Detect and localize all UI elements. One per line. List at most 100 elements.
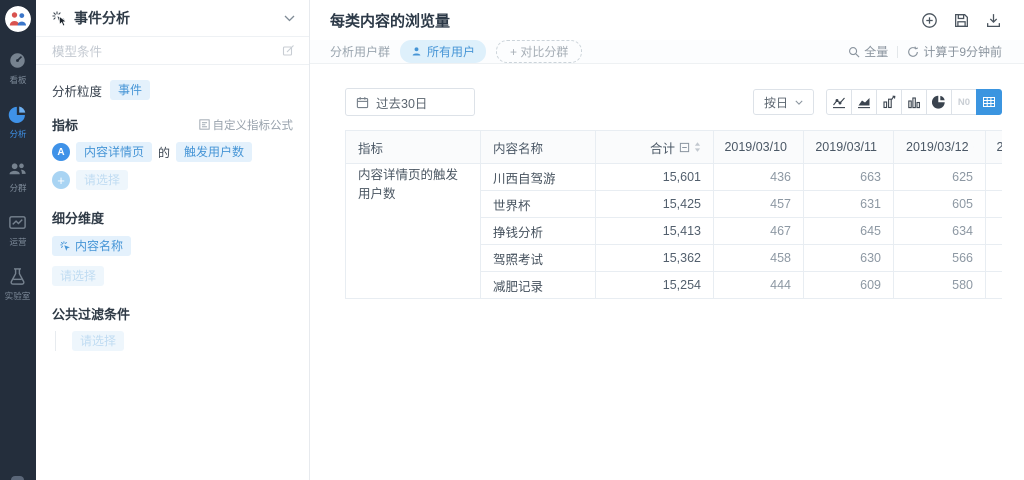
filter-placeholder[interactable]: 请选择: [72, 331, 124, 351]
col-header-date-4[interactable]: 2019/03/13: [986, 131, 1003, 164]
pie-chart-icon: [932, 95, 946, 109]
compare-group-button[interactable]: + 对比分群: [496, 40, 582, 63]
sidebar-item-label: 分群: [9, 181, 26, 193]
granularity-label: 分析粒度: [52, 81, 102, 100]
collapse-dates-icon[interactable]: [679, 142, 690, 153]
col-header-content[interactable]: 内容名称: [481, 131, 596, 164]
person-icon: [411, 46, 422, 57]
lab-flask-icon: [8, 267, 27, 286]
sidebar-nav: 看板 分析 分群 运营: [4, 51, 31, 302]
dimension-pill[interactable]: 内容名称: [52, 236, 131, 256]
sidebar-item-operations[interactable]: 运营: [4, 213, 31, 248]
app-sidebar: 看板 分析 分群 运营: [0, 0, 36, 480]
number-view-button[interactable]: N0: [951, 89, 977, 115]
main-area: 每类内容的浏览量 分析用户群 所有用户 + 对比分群: [310, 0, 1024, 480]
model-conditions-row[interactable]: 模型条件: [36, 37, 309, 65]
event-analysis-icon: [52, 11, 66, 25]
sidebar-partial-icon: [11, 476, 24, 480]
col-header-date-1[interactable]: 2019/03/10: [714, 131, 804, 164]
dimension-value: 内容名称: [75, 240, 123, 252]
save-icon[interactable]: [953, 12, 970, 29]
metric-measure-pill[interactable]: 触发用户数: [176, 142, 252, 162]
page-title: 每类内容的浏览量: [330, 10, 450, 31]
pie-chart-icon: [8, 105, 27, 124]
sidebar-item-label: 运营: [9, 235, 26, 247]
granularity-row: 分析粒度 事件: [52, 80, 293, 100]
column-chart-icon: [907, 95, 921, 109]
app-window: 看板 分析 分群 运营: [0, 0, 1024, 480]
column-chart-button[interactable]: [901, 89, 927, 115]
dimension-add-placeholder[interactable]: 请选择: [52, 266, 104, 286]
table-row[interactable]: 内容详情页的触发用户数 川西自驾游 15,601 436 663 625: [346, 164, 1003, 191]
sidebar-item-analysis[interactable]: 分析: [4, 105, 31, 140]
table-header-row: 指标 内容名称 合计 2019/03/10: [346, 131, 1003, 164]
download-icon[interactable]: [985, 12, 1002, 29]
panel-body: 分析粒度 事件 指标 自定义指标公式 A 内容详情页 的 触发用户数 + 请选择: [36, 65, 309, 351]
interval-dropdown[interactable]: 按日: [753, 89, 814, 115]
metric-name-cell: 内容详情页的触发用户数: [346, 164, 481, 299]
metric-add-placeholder[interactable]: 请选择: [76, 170, 128, 190]
col-header-total[interactable]: 合计: [596, 131, 714, 164]
scope-button[interactable]: 全量: [848, 43, 888, 60]
scope-label: 全量: [864, 43, 888, 60]
dimension-label: 细分维度: [52, 208, 293, 227]
chevron-down-icon: [795, 100, 803, 105]
metrics-heading-row: 指标 自定义指标公式: [52, 115, 293, 134]
custom-formula-link[interactable]: 自定义指标公式: [199, 117, 294, 133]
audience-toolbar: 分析用户群 所有用户 + 对比分群 全量 计算于9分钟前: [310, 40, 1024, 64]
group-label: 分析用户群: [330, 43, 390, 60]
table-view-button[interactable]: [976, 89, 1002, 115]
col-header-date-2[interactable]: 2019/03/11: [804, 131, 894, 164]
sidebar-item-label: 分析: [9, 127, 26, 139]
interval-value: 按日: [764, 94, 788, 111]
add-metric-icon[interactable]: +: [52, 171, 70, 189]
sidebar-item-label: 看板: [9, 73, 26, 85]
sidebar-item-lab[interactable]: 实验室: [4, 267, 31, 302]
filter-label: 公共过滤条件: [52, 304, 293, 323]
bar-trend-chart-icon: [882, 95, 896, 109]
col-header-metric[interactable]: 指标: [346, 131, 481, 164]
current-user-group-tab[interactable]: 所有用户: [400, 40, 486, 63]
current-user-group-label: 所有用户: [427, 43, 475, 60]
area-chart-button[interactable]: [851, 89, 877, 115]
mouse-cursor-icon: [59, 16, 68, 27]
formula-icon: [199, 119, 210, 130]
granularity-tag[interactable]: 事件: [110, 80, 150, 100]
metric-event-pill[interactable]: 内容详情页: [76, 142, 152, 162]
panel-title: 事件分析: [74, 8, 130, 28]
pie-chart-button[interactable]: [926, 89, 952, 115]
sidebar-item-segments[interactable]: 分群: [4, 159, 31, 194]
report-controls: 过去30日 按日: [345, 88, 1002, 116]
bar-trend-chart-button[interactable]: [876, 89, 902, 115]
refresh-button[interactable]: 计算于9分钟前: [907, 43, 1002, 60]
main-header: 每类内容的浏览量: [310, 0, 1024, 40]
date-range-value: 过去30日: [376, 93, 427, 112]
computed-label: 计算于9分钟前: [923, 43, 1002, 60]
sort-icon[interactable]: [694, 142, 701, 152]
panel-header: 事件分析: [36, 0, 309, 37]
data-table-wrap: 指标 内容名称 合计 2019/03/10: [345, 130, 1002, 299]
metric-connector: 的: [158, 144, 170, 161]
app-logo[interactable]: [5, 6, 31, 32]
model-conditions-placeholder: 模型条件: [52, 41, 102, 60]
filter-row: 请选择: [55, 331, 293, 351]
edit-icon[interactable]: [282, 44, 295, 57]
dashboard-icon: [8, 51, 27, 70]
data-table: 指标 内容名称 合计 2019/03/10: [345, 130, 1002, 299]
add-circle-icon[interactable]: [921, 12, 938, 29]
sidebar-item-label: 实验室: [5, 289, 31, 301]
sidebar-item-dashboard[interactable]: 看板: [4, 51, 31, 86]
line-chart-button[interactable]: [826, 89, 852, 115]
query-panel: 事件分析 模型条件 分析粒度 事件 指标 自定义指标公式: [36, 0, 310, 480]
date-range-picker[interactable]: 过去30日: [345, 88, 475, 116]
area-chart-icon: [857, 95, 871, 109]
user-group-icon: [8, 159, 27, 178]
operations-icon: [8, 213, 27, 232]
refresh-icon: [907, 46, 919, 58]
chevron-down-icon[interactable]: [284, 15, 295, 22]
col-header-date-3[interactable]: 2019/03/12: [894, 131, 986, 164]
dimension-row: 内容名称: [52, 236, 293, 257]
dimension-add-row: 请选择: [52, 266, 293, 286]
metric-add-row: + 请选择: [52, 170, 293, 190]
report-content: 过去30日 按日: [310, 64, 1024, 480]
